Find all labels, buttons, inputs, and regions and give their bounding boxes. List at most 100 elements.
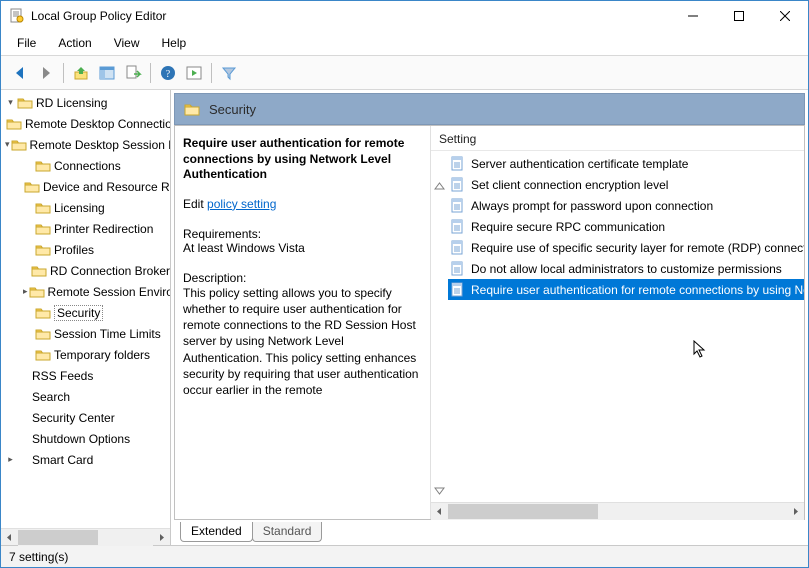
scroll-left-button[interactable]: [431, 503, 448, 520]
folder-icon: [35, 158, 51, 174]
tree-item[interactable]: Shutdown Options: [1, 428, 170, 449]
folder-icon: [35, 305, 51, 321]
svg-text:?: ?: [166, 69, 171, 80]
setting-row[interactable]: Set client connection encryption level: [448, 174, 804, 195]
header-bar: Security: [174, 93, 805, 125]
setting-label: Require secure RPC communication: [471, 220, 665, 234]
selected-policy-title: Require user authentication for remote c…: [183, 136, 420, 183]
scroll-up-icon[interactable]: [434, 181, 445, 192]
back-button[interactable]: [7, 60, 33, 86]
status-text: 7 setting(s): [9, 550, 68, 564]
action-run-button[interactable]: [181, 60, 207, 86]
menu-action[interactable]: Action: [48, 33, 101, 53]
tree-item-label: Security Center: [32, 411, 115, 425]
policy-icon: [450, 240, 466, 256]
tree-item[interactable]: Device and Resource Redirection: [1, 176, 170, 197]
close-button[interactable]: [762, 1, 808, 31]
expander-icon[interactable]: ▸: [23, 286, 28, 297]
export-list-button[interactable]: [120, 60, 146, 86]
scroll-down-icon[interactable]: [434, 485, 445, 496]
tree-item-label: Device and Resource Redirection: [43, 180, 170, 194]
maximize-button[interactable]: [716, 1, 762, 31]
toolbar: ?: [1, 56, 808, 90]
tree-item[interactable]: ▸Remote Session Environment: [1, 281, 170, 302]
setting-row[interactable]: Require use of specific security layer f…: [448, 237, 804, 258]
policy-icon: [450, 156, 466, 172]
tree-item[interactable]: ▾ Remote Desktop Session Host: [1, 134, 170, 155]
expander-icon[interactable]: ▾: [5, 139, 10, 150]
show-hide-tree-button[interactable]: [94, 60, 120, 86]
tree-view[interactable]: ▾RD Licensing Remote Desktop Connection C…: [1, 90, 170, 528]
tree-horizontal-scrollbar[interactable]: [1, 528, 170, 545]
tree-item[interactable]: ▸ Smart Card: [1, 449, 170, 470]
setting-label: Do not allow local administrators to cus…: [471, 262, 782, 276]
tree-item-label: Remote Desktop Connection Client: [25, 117, 170, 131]
tree-item[interactable]: RD Connection Broker: [1, 260, 170, 281]
setting-row[interactable]: Require secure RPC communication: [448, 216, 804, 237]
tree-item[interactable]: Session Time Limits: [1, 323, 170, 344]
tab-standard[interactable]: Standard: [252, 522, 323, 542]
tree-item[interactable]: ▾RD Licensing: [1, 92, 170, 113]
tree-item-label: RD Connection Broker: [50, 264, 170, 278]
minimize-button[interactable]: [670, 1, 716, 31]
folder-icon: [35, 200, 51, 216]
description-body: This policy setting allows you to specif…: [183, 285, 420, 398]
tree-item[interactable]: Printer Redirection: [1, 218, 170, 239]
folder-icon: [183, 100, 201, 118]
settings-list[interactable]: Server authentication certificate templa…: [448, 151, 804, 502]
tree-item[interactable]: Connections: [1, 155, 170, 176]
setting-row[interactable]: Always prompt for password upon connecti…: [448, 195, 804, 216]
folder-icon: [11, 137, 27, 153]
tree-item[interactable]: Remote Desktop Connection Client: [1, 113, 170, 134]
folder-icon: [29, 284, 45, 300]
folder-icon: [31, 263, 47, 279]
scroll-right-button[interactable]: [153, 529, 170, 546]
tree-item[interactable]: Security Center: [1, 407, 170, 428]
forward-button[interactable]: [33, 60, 59, 86]
menu-file[interactable]: File: [7, 33, 46, 53]
folder-icon: [24, 179, 40, 195]
expander-icon[interactable]: ▾: [5, 97, 16, 108]
setting-row[interactable]: Require user authentication for remote c…: [448, 279, 804, 300]
tree-item[interactable]: Security: [1, 302, 170, 323]
setting-label: Set client connection encryption level: [471, 178, 668, 192]
expander-icon[interactable]: ▸: [5, 454, 16, 465]
tree-item-label: Smart Card: [32, 453, 93, 467]
tree-item[interactable]: Profiles: [1, 239, 170, 260]
tree-pane: ▾RD Licensing Remote Desktop Connection C…: [1, 90, 171, 545]
scrollbar-thumb[interactable]: [18, 530, 98, 545]
up-one-level-button[interactable]: [68, 60, 94, 86]
setting-label: Require user authentication for remote c…: [471, 283, 804, 297]
list-column-header[interactable]: Setting: [431, 126, 804, 151]
detail-pane: Require user authentication for remote c…: [174, 125, 805, 520]
scroll-left-button[interactable]: [1, 529, 18, 546]
policy-icon: [450, 282, 466, 298]
description-column: Require user authentication for remote c…: [175, 126, 430, 519]
scrollbar-thumb[interactable]: [448, 504, 598, 519]
tree-item[interactable]: Temporary folders: [1, 344, 170, 365]
tree-item-label: RSS Feeds: [32, 369, 93, 383]
tree-item[interactable]: RSS Feeds: [1, 365, 170, 386]
tree-item-label: Remote Desktop Session Host: [30, 138, 170, 152]
content-area: ▾RD Licensing Remote Desktop Connection C…: [1, 90, 808, 545]
app-icon: [9, 8, 25, 24]
menu-help[interactable]: Help: [152, 33, 197, 53]
filter-button[interactable]: [216, 60, 242, 86]
tree-item-label: Licensing: [54, 201, 105, 215]
tree-item-label: Temporary folders: [54, 348, 150, 362]
tree-item-label: Profiles: [54, 243, 94, 257]
setting-row[interactable]: Do not allow local administrators to cus…: [448, 258, 804, 279]
tree-item[interactable]: Search: [1, 386, 170, 407]
setting-label: Require use of specific security layer f…: [471, 241, 804, 255]
setting-label: Server authentication certificate templa…: [471, 157, 688, 171]
menu-view[interactable]: View: [104, 33, 150, 53]
tree-item-label: Connections: [54, 159, 121, 173]
tab-extended[interactable]: Extended: [180, 522, 253, 542]
edit-policy-link[interactable]: policy setting: [207, 197, 276, 211]
setting-row[interactable]: Server authentication certificate templa…: [448, 153, 804, 174]
tree-item[interactable]: Licensing: [1, 197, 170, 218]
list-horizontal-scrollbar[interactable]: [431, 502, 804, 519]
help-button[interactable]: ?: [155, 60, 181, 86]
tree-item-label: Shutdown Options: [32, 432, 130, 446]
scroll-right-button[interactable]: [787, 503, 804, 520]
